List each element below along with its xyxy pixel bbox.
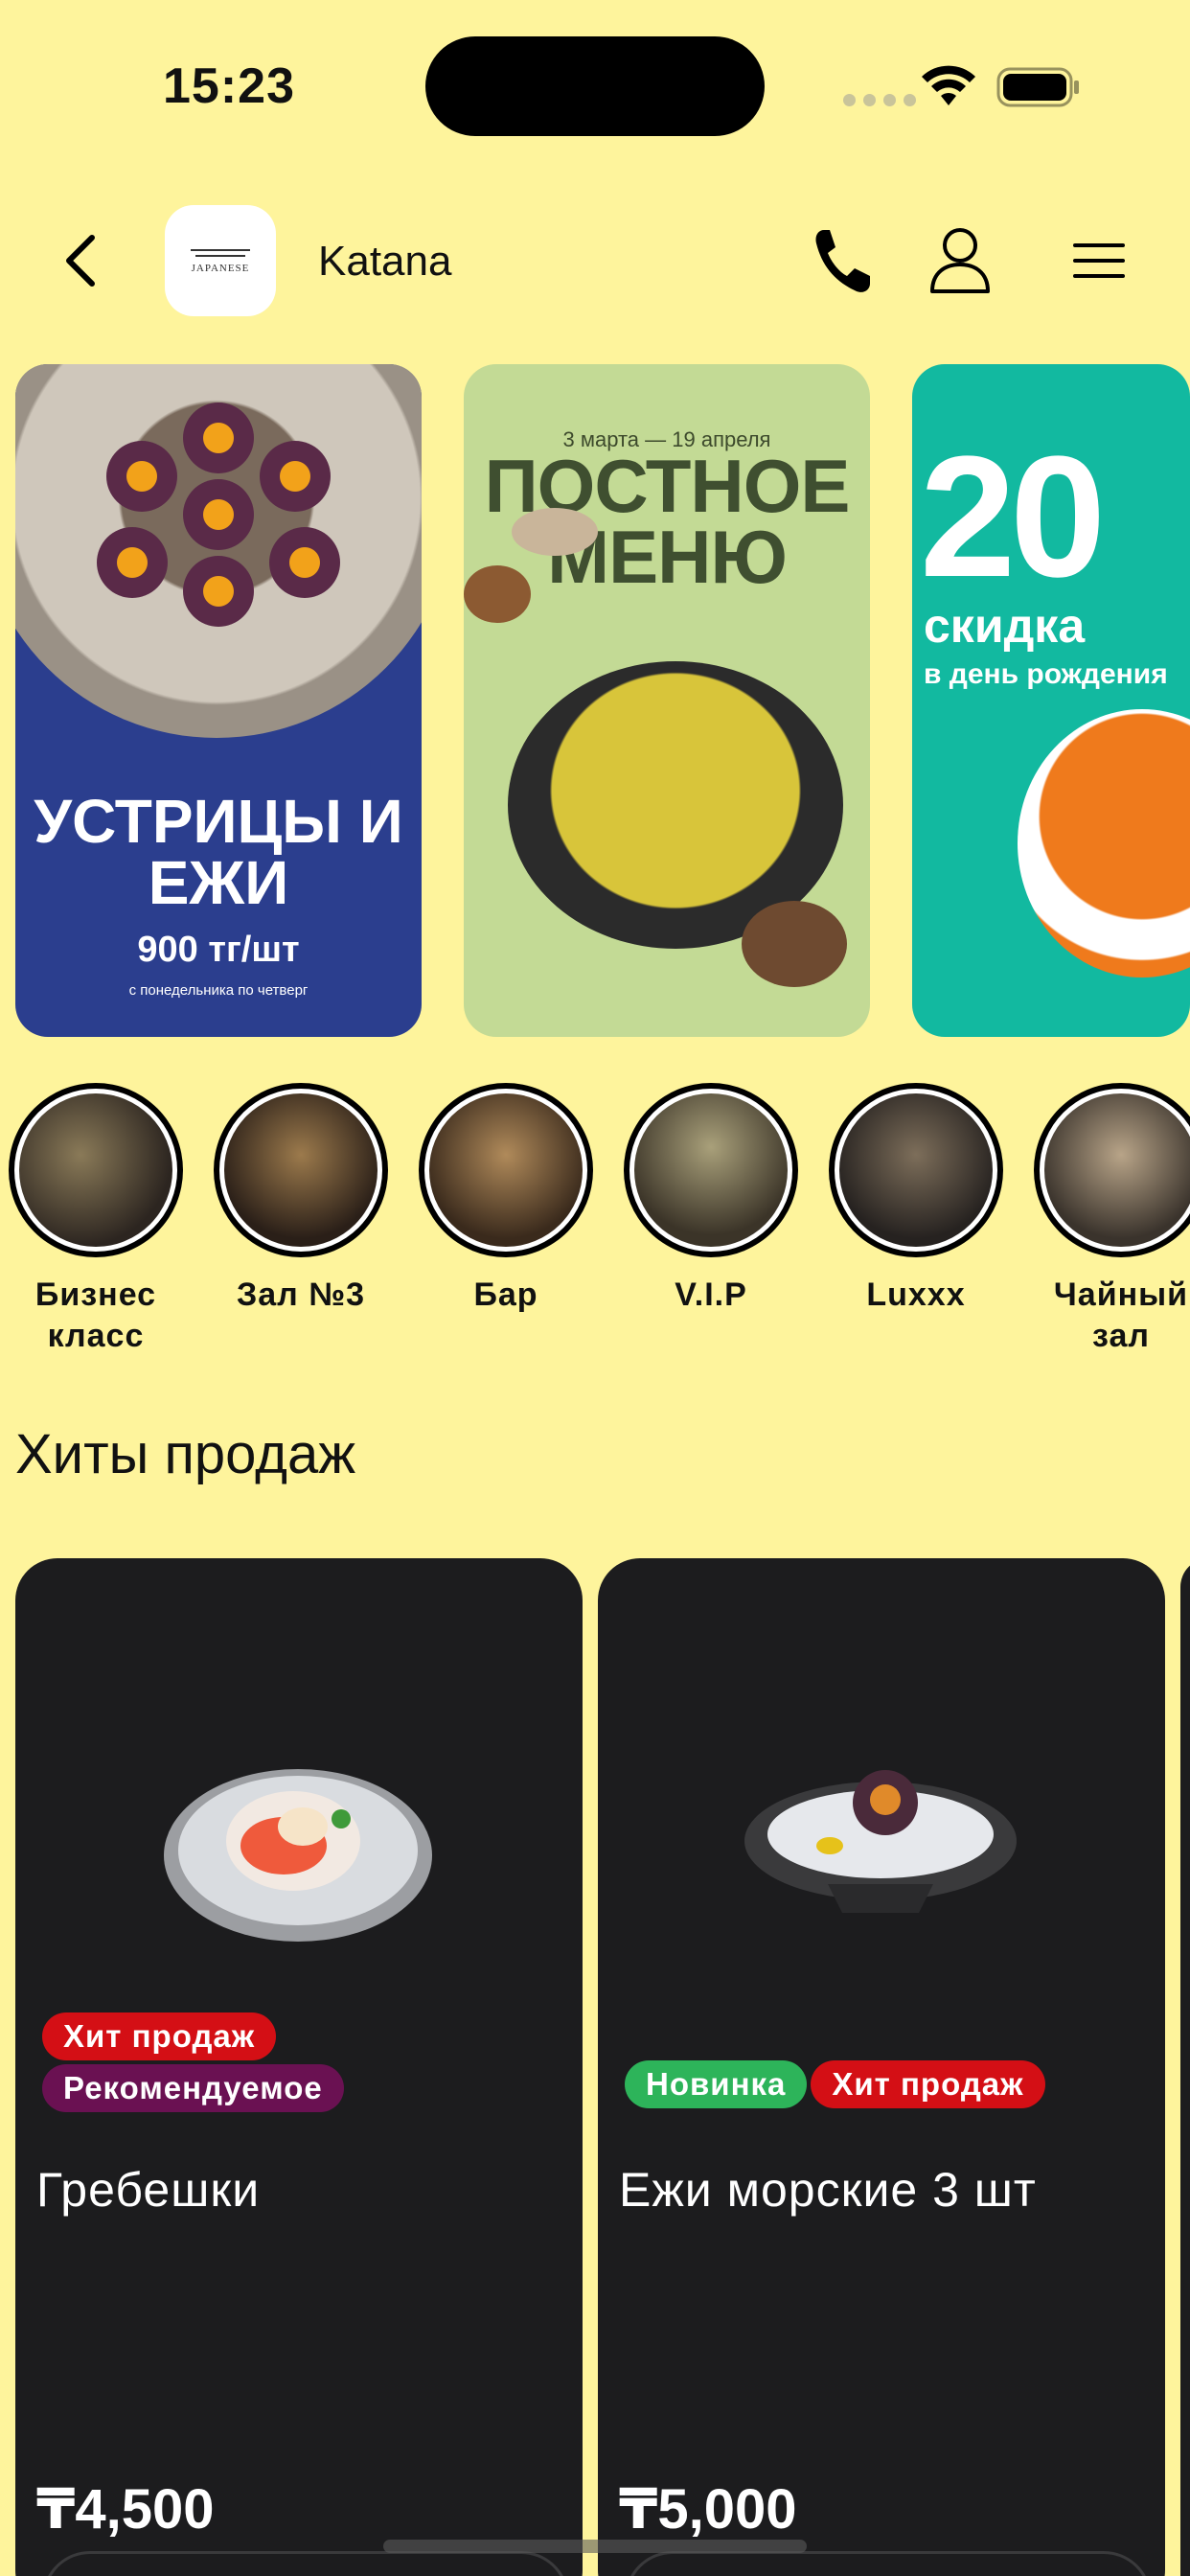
- hall-story-business[interactable]: Бизнес класс: [0, 1083, 192, 1356]
- dynamic-island: [425, 36, 765, 136]
- hall-thumbnail: [634, 1093, 788, 1247]
- hamburger-menu-icon[interactable]: [1071, 242, 1127, 280]
- wifi-icon: [922, 65, 975, 105]
- product-name: Гребешки: [36, 2163, 261, 2217]
- badge-new: Новинка: [625, 2060, 808, 2108]
- add-to-cart-button[interactable]: [42, 2551, 569, 2576]
- product-name: Ежи морские 3 шт: [619, 2163, 1037, 2217]
- badge-hit: Хит продаж: [42, 2012, 277, 2060]
- product-card[interactable]: Хит продаж Рекомендуемое Гребешки ₸4,500: [15, 1558, 583, 2576]
- restaurant-name: Katana: [318, 238, 452, 285]
- app-header: JAPANESE Katana: [0, 192, 1190, 335]
- hall-label: Зал №3: [236, 1276, 366, 1313]
- user-profile-icon[interactable]: [929, 226, 991, 295]
- hall-thumbnail: [224, 1093, 378, 1247]
- banner-subtitle: в день рождения: [924, 658, 1168, 690]
- banner-title: УСТРИЦЫ И ЕЖИ: [34, 787, 403, 917]
- badge-hit: Хит продаж: [811, 2060, 1045, 2108]
- hall-story-luxxx[interactable]: Luxxx: [820, 1083, 1012, 1316]
- hall-label: Бизнес класс: [34, 1276, 157, 1354]
- hall-label: Luxxx: [866, 1276, 966, 1313]
- sea-urchin-dish-image: [744, 1770, 1017, 1913]
- hall-story-bar[interactable]: Бар: [410, 1083, 602, 1316]
- hall-label: Бар: [473, 1276, 538, 1313]
- banner-price: 900 тг/шт: [137, 930, 300, 970]
- promo-banner-oysters[interactable]: УСТРИЦЫ И ЕЖИ 900 тг/шт с понедельника п…: [15, 364, 422, 1037]
- hall-label: Чайный зал: [1053, 1276, 1189, 1354]
- add-to-cart-button[interactable]: [625, 2551, 1152, 2576]
- product-badges: Новинка Хит продаж: [625, 2060, 1142, 2108]
- scallop-dish-image: [164, 1769, 432, 1942]
- section-title-bestsellers: Хиты продаж: [15, 1423, 355, 1485]
- product-price: ₸5,000: [619, 2478, 797, 2541]
- product-price: ₸4,500: [36, 2478, 215, 2541]
- banner-subtitle: с понедельника по четверг: [128, 982, 309, 999]
- banner-title: скидка: [924, 599, 1086, 653]
- product-badges: Хит продаж Рекомендуемое: [42, 2012, 560, 2112]
- promo-banner-carousel[interactable]: УСТРИЦЫ И ЕЖИ 900 тг/шт с понедельника п…: [15, 364, 1190, 1037]
- promo-banner-lenten-menu[interactable]: 3 марта — 19 апреля ПОСТНОЕ МЕНЮ: [464, 364, 870, 1037]
- back-chevron-icon[interactable]: [57, 232, 105, 289]
- cellular-signal-icon: [843, 94, 916, 106]
- hall-thumbnail: [1044, 1093, 1190, 1247]
- home-indicator[interactable]: [383, 2540, 807, 2553]
- promo-banner-birthday[interactable]: 20 скидка в день рождения: [912, 364, 1190, 1037]
- product-card[interactable]: Новинка Хит продаж Ежи морские 3 шт ₸5,0…: [598, 1558, 1165, 2576]
- battery-icon: [996, 67, 1079, 107]
- hall-thumbnail: [839, 1093, 993, 1247]
- hall-label: V.I.P: [675, 1276, 747, 1313]
- product-card-partial[interactable]: [1180, 1558, 1190, 2576]
- hall-story-vip[interactable]: V.I.P: [615, 1083, 807, 1316]
- status-time: 15:23: [163, 58, 295, 114]
- hall-thumbnail: [429, 1093, 583, 1247]
- hall-story-hall-3[interactable]: Зал №3: [205, 1083, 397, 1316]
- hall-thumbnail: [19, 1093, 172, 1247]
- halls-stories: Бизнес класс Зал №3 Бар V.I.P Luxxx Чайн…: [0, 1083, 1190, 1370]
- restaurant-logo: JAPANESE: [165, 205, 276, 316]
- logo-text: JAPANESE: [191, 263, 250, 274]
- status-bar: 15:23: [0, 0, 1190, 172]
- hall-story-tea[interactable]: Чайный зал: [1025, 1083, 1190, 1356]
- bestsellers-carousel[interactable]: Хит продаж Рекомендуемое Гребешки ₸4,500…: [15, 1558, 1190, 2576]
- badge-recommended: Рекомендуемое: [42, 2064, 344, 2112]
- phone-icon[interactable]: [811, 226, 872, 295]
- banner-discount: 20: [920, 421, 1106, 613]
- cake-image: [1018, 709, 1190, 978]
